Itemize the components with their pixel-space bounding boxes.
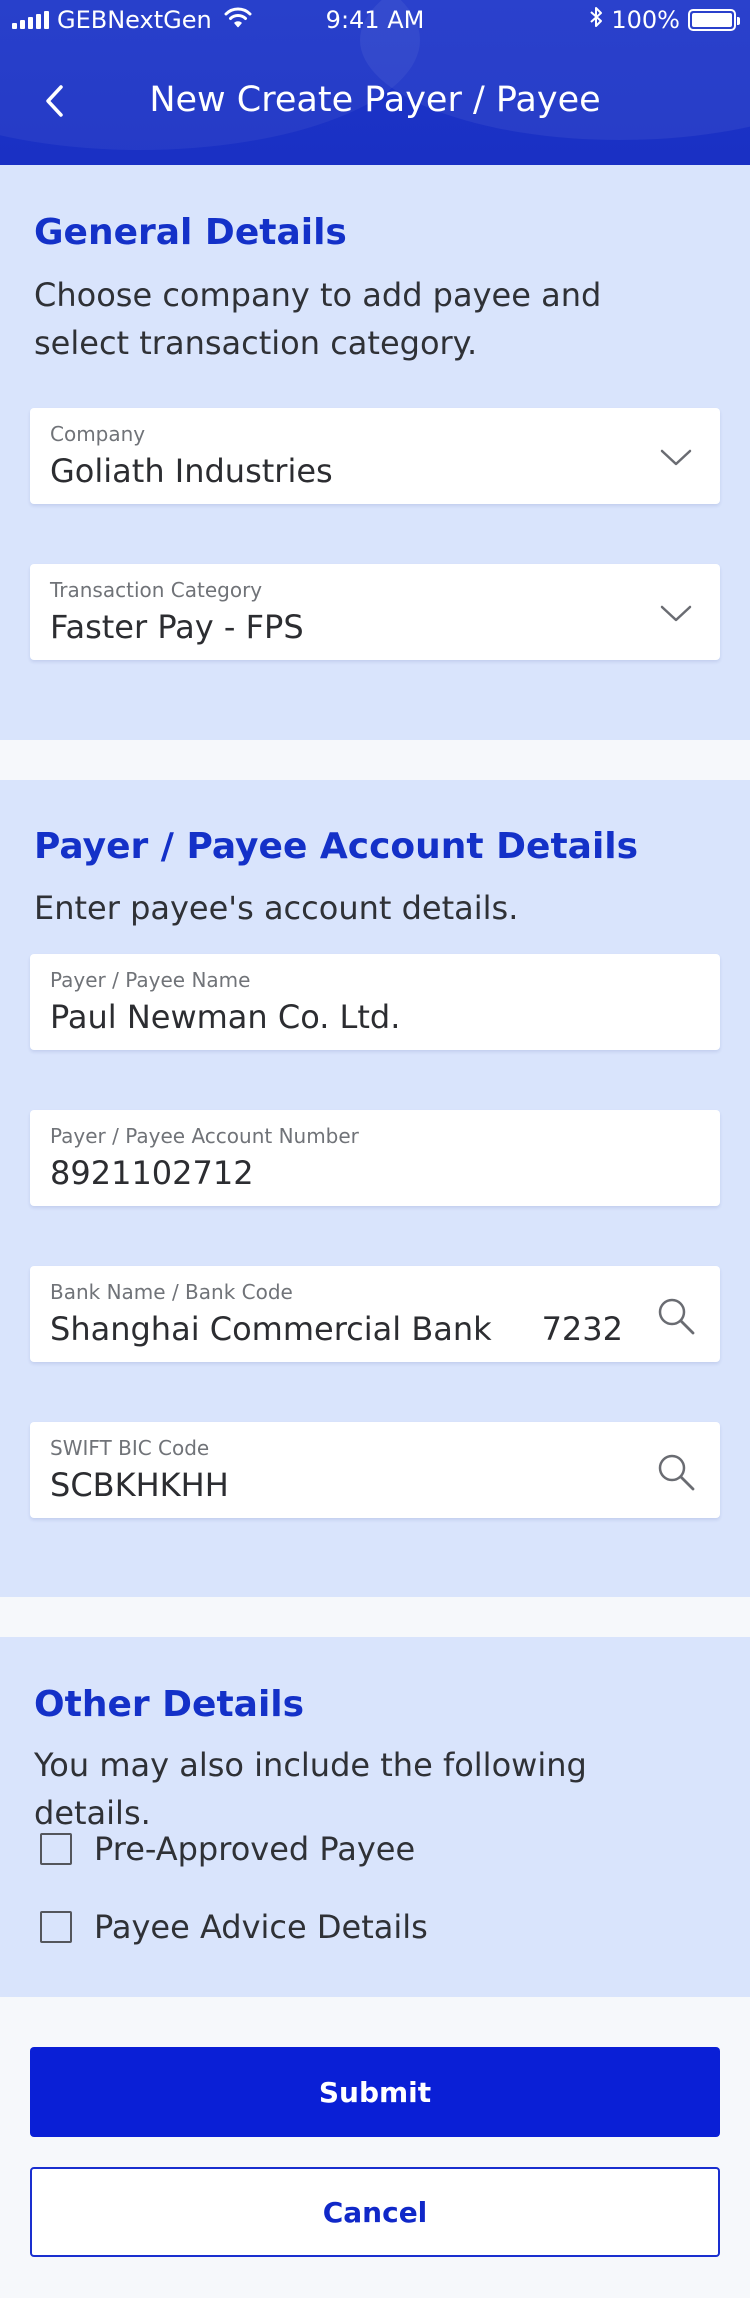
search-icon[interactable] [654,1450,698,1494]
account-details-section: Payer / Payee Account Details Enter paye… [0,780,750,1597]
battery-icon [688,9,740,31]
checkbox-box[interactable] [40,1911,72,1943]
swift-code-label: SWIFT BIC Code [50,1436,210,1460]
other-details-description: You may also include the following detai… [34,1746,587,1832]
account-number-label: Payer / Payee Account Number [50,1124,359,1148]
other-details-title: Other Details [34,1684,305,1725]
account-number-value: 8921102712 [50,1154,254,1192]
swift-code-field[interactable]: SWIFT BIC Code SCBKHKHH [30,1422,720,1518]
search-icon[interactable] [654,1294,698,1338]
account-number-field[interactable]: Payer / Payee Account Number 8921102712 [30,1110,720,1206]
payee-name-field[interactable]: Payer / Payee Name Paul Newman Co. Ltd. [30,954,720,1050]
pre-approved-payee-label: Pre-Approved Payee [94,1830,416,1868]
battery-percent: 100% [611,6,680,34]
payee-name-value: Paul Newman Co. Ltd. [50,998,401,1036]
transaction-category-value: Faster Pay - FPS [50,608,304,646]
payee-name-label: Payer / Payee Name [50,968,251,992]
other-details-section: Other Details You may also include the f… [0,1637,750,1997]
general-details-section: General Details Choose company to add pa… [0,165,750,740]
status-right: 100% [589,6,740,34]
bank-name-label: Bank Name / Bank Code [50,1280,293,1304]
company-value: Goliath Industries [50,452,333,490]
navigation-bar: New Create Payer / Payee [0,40,750,165]
transaction-category-label: Transaction Category [50,578,263,602]
chevron-down-icon [654,436,698,480]
bluetooth-icon [589,6,603,34]
account-details-title: Payer / Payee Account Details [34,826,639,867]
cancel-button[interactable]: Cancel [30,2167,720,2257]
general-details-description: Choose company to add payee and select t… [34,276,602,362]
payee-advice-details-label: Payee Advice Details [94,1908,428,1946]
pre-approved-payee-checkbox[interactable]: Pre-Approved Payee [40,1830,415,1868]
account-details-description: Enter payee's account details. [34,889,519,927]
payee-advice-details-checkbox[interactable]: Payee Advice Details [40,1908,428,1946]
app-header: GEBNextGen 9:41 AM 100% New Create Payer… [0,0,750,165]
bank-name-value: Shanghai Commercial Bank [50,1310,492,1348]
page-title: New Create Payer / Payee [149,80,601,120]
transaction-category-dropdown[interactable]: Transaction Category Faster Pay - FPS [30,564,720,660]
chevron-down-icon [654,592,698,636]
general-details-title: General Details [34,212,347,253]
swift-code-value: SCBKHKHH [50,1466,229,1504]
bank-code-value: 7232 [541,1310,623,1348]
company-dropdown[interactable]: Company Goliath Industries [30,408,720,504]
company-label: Company [50,422,146,446]
checkbox-box[interactable] [40,1833,72,1865]
bank-name-field[interactable]: Bank Name / Bank Code Shanghai Commercia… [30,1266,720,1362]
status-bar: GEBNextGen 9:41 AM 100% [0,0,750,40]
submit-button[interactable]: Submit [30,2047,720,2137]
